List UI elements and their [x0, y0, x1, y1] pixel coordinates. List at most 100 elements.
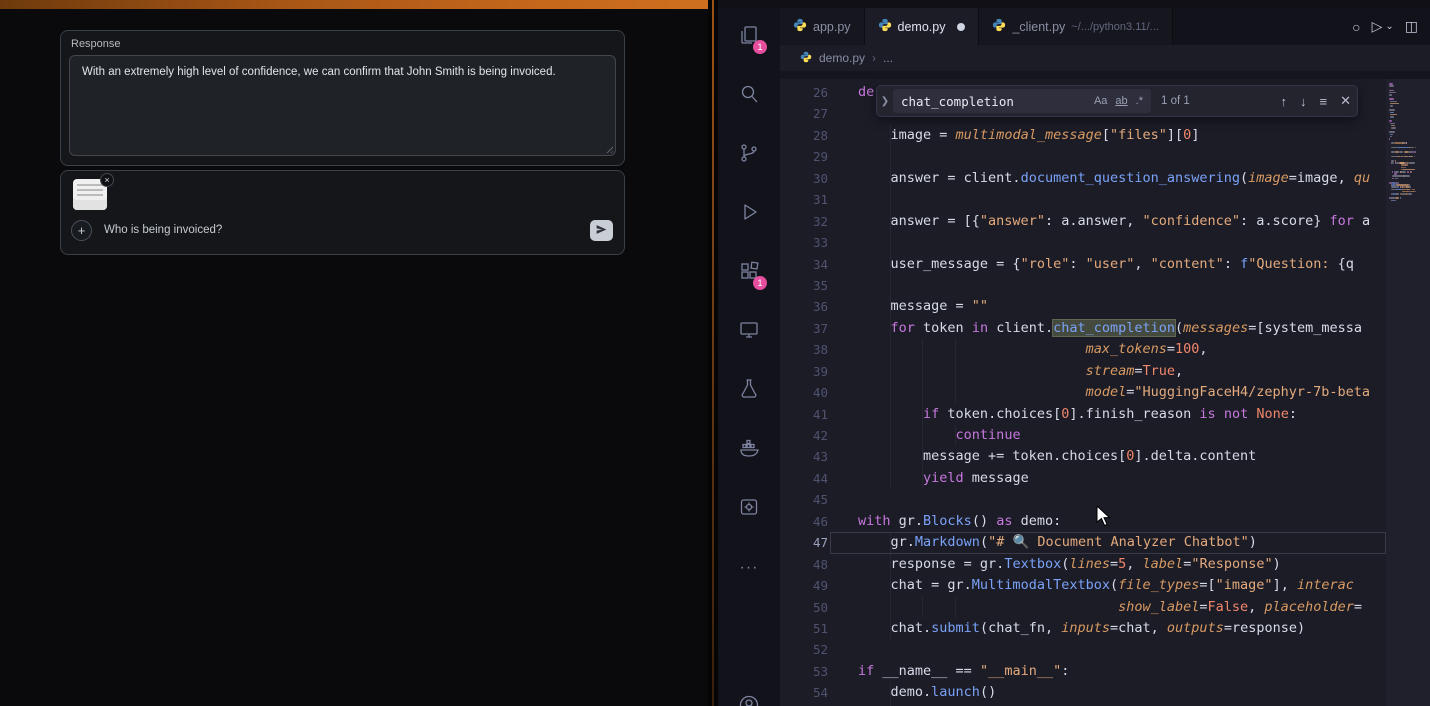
line-number[interactable]: 49: [780, 575, 828, 596]
line-number[interactable]: 32: [780, 211, 828, 232]
toggle-replace-chevron[interactable]: ❯: [877, 96, 893, 107]
code-line[interactable]: 37 for token in client.chat_completion(m…: [780, 318, 1386, 339]
tab-app-py[interactable]: app.py: [780, 8, 865, 45]
code-line[interactable]: 29: [780, 146, 1386, 167]
response-textbox[interactable]: With an extremely high level of confiden…: [69, 55, 616, 156]
line-number[interactable]: 45: [780, 489, 828, 510]
code-line[interactable]: 40 model="HuggingFaceH4/zephyr-7b-beta: [780, 382, 1386, 403]
activity-remote-explorer[interactable]: [736, 319, 762, 345]
modified-indicator[interactable]: [957, 23, 965, 31]
breadcrumb-more[interactable]: ...: [883, 51, 893, 65]
line-number[interactable]: 48: [780, 554, 828, 575]
line-number[interactable]: 42: [780, 425, 828, 446]
code-line[interactable]: 48 response = gr.Textbox(lines=5, label=…: [780, 554, 1386, 575]
code-line[interactable]: 50 show_label=False, placeholder=: [780, 597, 1386, 618]
match-case-button[interactable]: Aa: [1090, 94, 1111, 108]
extensions-badge: 1: [753, 276, 767, 290]
line-number[interactable]: 50: [780, 597, 828, 618]
line-number[interactable]: 54: [780, 682, 828, 703]
find-input[interactable]: chat_completion Aa ab .*: [893, 89, 1151, 113]
activity-more[interactable]: ···: [736, 555, 762, 581]
code-line[interactable]: 41 if token.choices[0].finish_reason is …: [780, 404, 1386, 425]
code-editor[interactable]: 26de2728 image = multimodal_message["fil…: [780, 79, 1430, 706]
line-number[interactable]: 30: [780, 168, 828, 189]
line-number[interactable]: 43: [780, 446, 828, 467]
line-number[interactable]: 26: [780, 82, 828, 103]
line-number[interactable]: 53: [780, 661, 828, 682]
activity-source-control[interactable]: [736, 142, 762, 168]
code-line[interactable]: 46with gr.Blocks() as demo:: [780, 511, 1386, 532]
circle-icon[interactable]: ○: [1352, 19, 1360, 35]
code-line[interactable]: 49 chat = gr.MultimodalTextbox(file_type…: [780, 575, 1386, 596]
line-number[interactable]: 41: [780, 404, 828, 425]
chat-input[interactable]: Who is being invoiced?: [104, 224, 222, 236]
code-line[interactable]: 54 demo.launch(): [780, 682, 1386, 703]
tab-client-py[interactable]: _client.py ~/.../python3.11/...: [979, 8, 1172, 45]
line-number[interactable]: 37: [780, 318, 828, 339]
line-number[interactable]: 34: [780, 254, 828, 275]
code-line[interactable]: 53if __name__ == "__main__":: [780, 661, 1386, 682]
code-line[interactable]: 30 answer = client.document_question_ans…: [780, 168, 1386, 189]
code-line[interactable]: 42 continue: [780, 425, 1386, 446]
code-line[interactable]: 33: [780, 232, 1386, 253]
code-line[interactable]: 39 stream=True,: [780, 361, 1386, 382]
remove-attachment-button[interactable]: ×: [100, 173, 114, 187]
activity-settings-editor[interactable]: [736, 496, 762, 522]
run-dropdown-chevron-icon[interactable]: ⌄: [1385, 21, 1393, 32]
line-number[interactable]: 52: [780, 639, 828, 660]
line-number[interactable]: 46: [780, 511, 828, 532]
activity-account[interactable]: [736, 694, 762, 706]
line-number[interactable]: 38: [780, 339, 828, 360]
find-next-button[interactable]: ↓: [1300, 94, 1307, 109]
line-number[interactable]: 47: [780, 532, 828, 553]
line-number[interactable]: 29: [780, 146, 828, 167]
code-line[interactable]: 31: [780, 189, 1386, 210]
line-number[interactable]: 31: [780, 189, 828, 210]
minimap[interactable]: [1386, 79, 1430, 706]
code-line[interactable]: 28 image = multimodal_message["files"][0…: [780, 125, 1386, 146]
activity-search[interactable]: [736, 83, 762, 109]
code-line[interactable]: 47 gr.Markdown("# 🔍 Document Analyzer Ch…: [780, 532, 1386, 553]
find-previous-button[interactable]: ↑: [1281, 94, 1288, 109]
line-number[interactable]: 51: [780, 618, 828, 639]
code-line[interactable]: 38 max_tokens=100,: [780, 339, 1386, 360]
run-file-button[interactable]: ▷: [1372, 18, 1383, 35]
code-line[interactable]: 43 message += token.choices[0].delta.con…: [780, 446, 1386, 467]
tab-path-description: ~/.../python3.11/...: [1071, 21, 1159, 33]
code-line[interactable]: 44 yield message: [780, 468, 1386, 489]
split-editor-icon[interactable]: ◫: [1405, 18, 1418, 35]
activity-run-debug[interactable]: [736, 201, 762, 227]
close-find-button[interactable]: ✕: [1340, 93, 1351, 109]
activity-extensions[interactable]: 1: [736, 260, 762, 286]
find-in-selection-button[interactable]: ≡: [1320, 94, 1328, 109]
code-line[interactable]: 52: [780, 639, 1386, 660]
code-line[interactable]: 51 chat.submit(chat_fn, inputs=chat, out…: [780, 618, 1386, 639]
code-line[interactable]: 34 user_message = {"role": "user", "cont…: [780, 254, 1386, 275]
line-number[interactable]: 28: [780, 125, 828, 146]
find-query-text[interactable]: chat_completion: [901, 94, 1090, 109]
activity-docker[interactable]: [736, 437, 762, 463]
regex-button[interactable]: .*: [1132, 94, 1147, 108]
minimap-line: [1402, 189, 1406, 191]
add-file-button[interactable]: +: [71, 220, 92, 241]
whole-word-button[interactable]: ab: [1111, 94, 1131, 108]
indent-guide: [890, 468, 891, 489]
tab-demo-py[interactable]: demo.py: [865, 8, 980, 45]
code-area[interactable]: 26de2728 image = multimodal_message["fil…: [780, 82, 1386, 706]
code-line[interactable]: 32 answer = [{"answer": a.answer, "confi…: [780, 211, 1386, 232]
line-number[interactable]: 44: [780, 468, 828, 489]
code-line[interactable]: 45: [780, 489, 1386, 510]
line-number[interactable]: 36: [780, 296, 828, 317]
line-number[interactable]: 33: [780, 232, 828, 253]
line-number[interactable]: 35: [780, 275, 828, 296]
line-number[interactable]: 27: [780, 103, 828, 124]
code-line[interactable]: 35: [780, 275, 1386, 296]
activity-testing[interactable]: [736, 378, 762, 404]
line-number[interactable]: 40: [780, 382, 828, 403]
breadcrumb-file[interactable]: demo.py: [819, 51, 865, 65]
activity-explorer[interactable]: 1: [736, 24, 762, 50]
line-number[interactable]: 39: [780, 361, 828, 382]
code-line[interactable]: 36 message = "": [780, 296, 1386, 317]
send-button[interactable]: [590, 220, 613, 241]
indent-guide: [890, 446, 891, 467]
